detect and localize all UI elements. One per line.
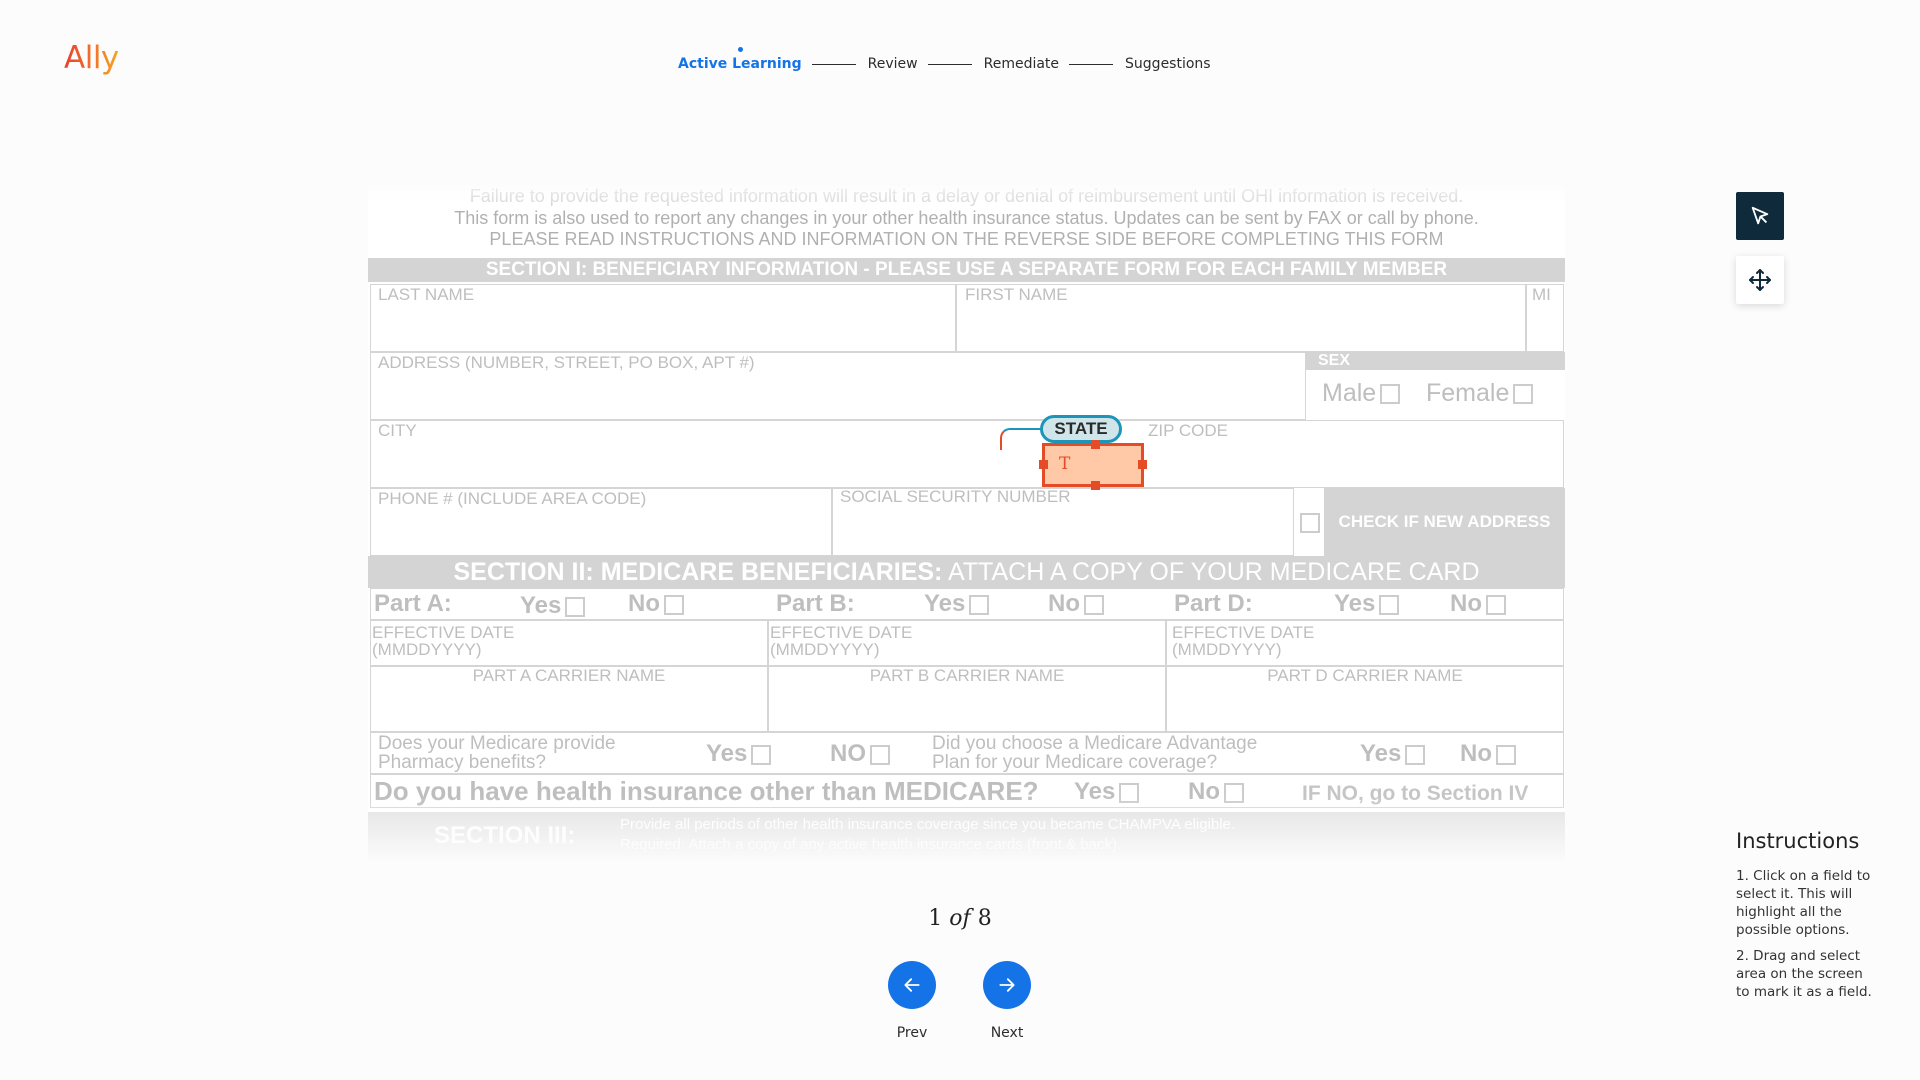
section-1-header: SECTION I: BENEFICIARY INFORMATION - PLE…	[368, 258, 1565, 282]
state-label-chip[interactable]: STATE	[1040, 415, 1122, 443]
advantage-yes: Yes	[1360, 740, 1426, 768]
address-label: ADDRESS (NUMBER, STREET, PO BOX, APT #)	[378, 353, 755, 372]
next-button[interactable]	[983, 961, 1031, 1009]
part-d-no: No	[1450, 590, 1506, 618]
part-d-carrier-label: PART D CARRIER NAME	[1267, 666, 1463, 685]
male-label: Male	[1322, 379, 1377, 407]
prev-nav: Prev	[888, 961, 936, 1041]
first-name-label: FIRST NAME	[965, 285, 1068, 304]
city-label: CITY	[378, 421, 417, 440]
instruction-step: 1. Click on a field to select it. This w…	[1736, 868, 1871, 938]
instructions-title: Instructions	[1736, 829, 1860, 853]
current-page: 1	[928, 906, 943, 931]
progress-stepper: Active Learning Review Remediate Suggest…	[678, 47, 1211, 72]
zip-code-label: ZIP CODE	[1148, 421, 1228, 440]
step-connector	[1069, 63, 1114, 65]
last-name-label: LAST NAME	[378, 285, 475, 304]
page-indicator: 1 of 8	[0, 906, 1920, 931]
prev-button[interactable]	[888, 961, 936, 1009]
part-a-no: No	[628, 590, 684, 618]
form-notice-line: PLEASE READ INSTRUCTIONS AND INFORMATION…	[489, 229, 1444, 249]
part-a-yes: Yes	[520, 592, 586, 620]
resize-handle-left[interactable]	[1039, 460, 1048, 469]
form-page: Failure to provide the requested informa…	[368, 186, 1565, 862]
female-label: Female	[1426, 379, 1510, 407]
text-field-type-icon: T	[1059, 454, 1071, 474]
form-notice-line: This form is also used to report any cha…	[454, 208, 1479, 228]
resize-handle-top[interactable]	[1091, 440, 1100, 449]
step-active-learning[interactable]: Active Learning	[678, 47, 802, 72]
section-2-header: SECTION II: MEDICARE BENEFICIARIES: ATTA…	[368, 556, 1565, 588]
sex-male-option: Male	[1322, 379, 1401, 408]
resize-handle-right[interactable]	[1138, 460, 1147, 469]
section-3-text: Provide all periods of other health insu…	[620, 816, 1236, 833]
section-2-title: SECTION II: MEDICARE BENEFICIARIES:	[453, 558, 943, 586]
instructions-panel: Instructions 1. Click on a field to sele…	[1736, 829, 1876, 1009]
new-address-label: CHECK IF NEW ADDRESS	[1324, 488, 1565, 556]
city-state-zip-row	[370, 420, 1564, 488]
other-insurance-question: Do you have health insurance other than …	[374, 776, 1039, 806]
arrow-right-icon	[999, 978, 1015, 992]
pharmacy-no: NO	[830, 740, 890, 768]
section-2-subtitle: ATTACH A COPY OF YOUR MEDICARE CARD	[942, 558, 1480, 586]
sex-header: SEX	[1306, 352, 1565, 370]
part-b-label: Part B:	[776, 590, 855, 617]
tool-palette	[1736, 192, 1784, 304]
instruction-step: 2. Drag and select area on the screen to…	[1736, 948, 1872, 1000]
part-a-date-label: EFFECTIVE DATE (MMDDYYYY)	[372, 623, 515, 659]
pharmacy-yes: Yes	[706, 740, 772, 768]
field-connector	[1000, 428, 1042, 450]
ally-logo: Ally	[64, 40, 119, 76]
prev-label: Prev	[896, 1025, 928, 1041]
pharmacy-question: Does your Medicare provide Pharmacy benef…	[378, 733, 616, 773]
form-notice-top: Failure to provide the requested informa…	[469, 186, 1464, 206]
arrow-left-icon	[904, 978, 920, 992]
selected-text-field[interactable]: T	[1039, 440, 1147, 490]
part-d-yes: Yes	[1334, 590, 1400, 618]
step-remediate[interactable]: Remediate	[984, 56, 1059, 72]
select-pointer-icon	[1751, 206, 1769, 225]
page-of: of	[949, 906, 971, 931]
part-a-carrier-label: PART A CARRIER NAME	[472, 666, 666, 685]
female-checkbox	[1513, 384, 1534, 405]
document-preview[interactable]: Failure to provide the requested informa…	[368, 186, 1565, 862]
part-d-date-label: EFFECTIVE DATE (MMDDYYYY)	[1172, 623, 1315, 659]
advantage-no: No	[1460, 740, 1516, 768]
advantage-question: Did you choose a Medicare Advantage Plan …	[932, 733, 1258, 773]
select-tool-button[interactable]	[1736, 192, 1784, 240]
next-label: Next	[990, 1025, 1024, 1041]
part-d-label: Part D:	[1174, 590, 1253, 617]
move-icon	[1749, 269, 1771, 291]
male-checkbox	[1380, 384, 1401, 405]
move-tool-button[interactable]	[1736, 256, 1784, 304]
next-nav: Next	[983, 961, 1031, 1041]
other-insurance-no: No	[1188, 778, 1244, 806]
step-review[interactable]: Review	[868, 56, 918, 72]
resize-handle-bottom[interactable]	[1091, 481, 1100, 490]
part-b-no: No	[1048, 590, 1104, 618]
step-connector	[927, 63, 972, 65]
ssn-label: SOCIAL SECURITY NUMBER	[840, 487, 1071, 506]
part-b-yes: Yes	[924, 590, 990, 618]
step-suggestions[interactable]: Suggestions	[1125, 56, 1211, 72]
step-connector	[811, 63, 856, 65]
part-b-carrier-label: PART B CARRIER NAME	[869, 666, 1065, 685]
part-a-label: Part A:	[374, 590, 452, 617]
section-3-header: SECTION III: Provide all periods of othe…	[368, 812, 1565, 862]
section-3-title: SECTION III:	[434, 822, 576, 849]
part-b-date-label: EFFECTIVE DATE (MMDDYYYY)	[770, 623, 913, 659]
mi-label: MI	[1532, 285, 1551, 304]
other-insurance-yes: Yes	[1074, 778, 1140, 806]
if-no-instruction: IF NO, go to Section IV	[1302, 782, 1529, 805]
new-address-checkbox	[1296, 512, 1320, 533]
phone-label: PHONE # (INCLUDE AREA CODE)	[378, 489, 647, 508]
total-pages: 8	[977, 906, 992, 931]
section-3-text: Required: Attach a copy of any active he…	[620, 836, 1122, 853]
sex-female-option: Female	[1426, 379, 1534, 408]
